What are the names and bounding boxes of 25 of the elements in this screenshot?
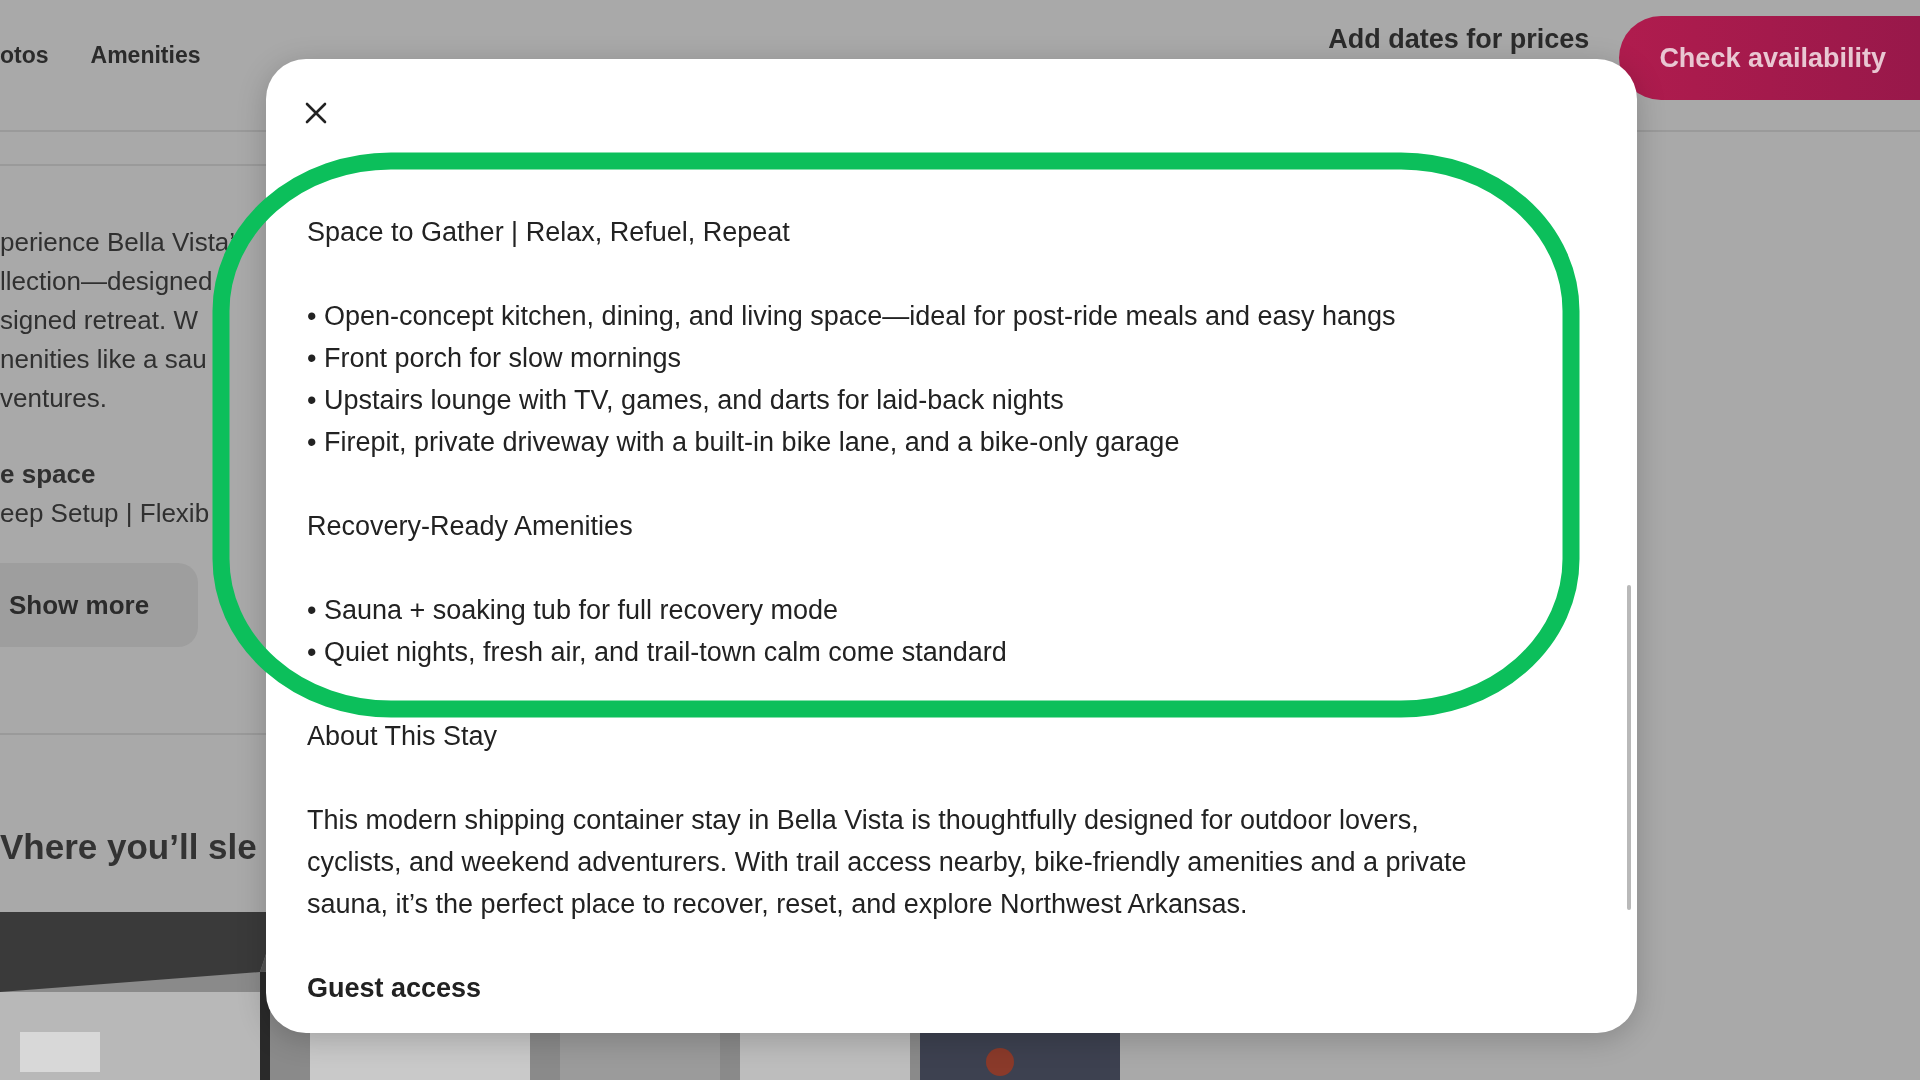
bullet-item: • Quiet nights, fresh air, and trail-town calm come standard [307,636,1008,669]
paragraph: This modern shipping container stay in Bella Vista is thoughtfully designed for outdoor lovers, cyclists, and weekend adventurers. With trail access nearby, bike-friendly amenities and a private sauna, it’s the perfect place to recover, reset, and explore Northwest Arkansas. [307,804,1467,921]
description-line: signed retreat. W [0,304,199,337]
bullet-item: • Open-concept kitchen, dining, and living space—ideal for post-ride meals and easy hangs [307,300,1397,333]
bullet-item: • Front porch for slow mornings [307,342,683,375]
bullet-item: • Upstairs lounge with TV, games, and darts for laid-back nights [307,384,1065,417]
section-heading: Guest access [307,972,483,1005]
description-line: ventures. [0,382,108,415]
check-availability-button[interactable]: Check availability [1619,16,1920,100]
scrollbar[interactable] [1627,585,1631,910]
section-heading: Space to Gather | Relax, Refuel, Repeat [307,216,791,249]
description-line: nenities like a sau [0,343,208,376]
section-title: e space [0,458,97,491]
description-line: llection—designed [0,265,214,298]
show-more-button[interactable]: Show more [0,563,198,647]
bullet-item: • Sauna + soaking tub for full recovery mode [307,594,839,627]
bullet-item: • Firepit, private driveway with a built-in bike lane, and a bike-only garage [307,426,1181,459]
section-heading: Vhere you’ll sle [0,827,258,867]
section-line: eep Setup | Flexib [0,497,211,530]
section-heading: Recovery-Ready Amenities [307,510,634,543]
price-note: Add dates for prices [1328,24,1590,55]
close-icon [304,101,328,125]
nav-tab[interactable]: otos [0,42,49,69]
nav-tab[interactable]: Amenities [90,42,201,69]
section-heading: About This Stay [307,720,499,753]
